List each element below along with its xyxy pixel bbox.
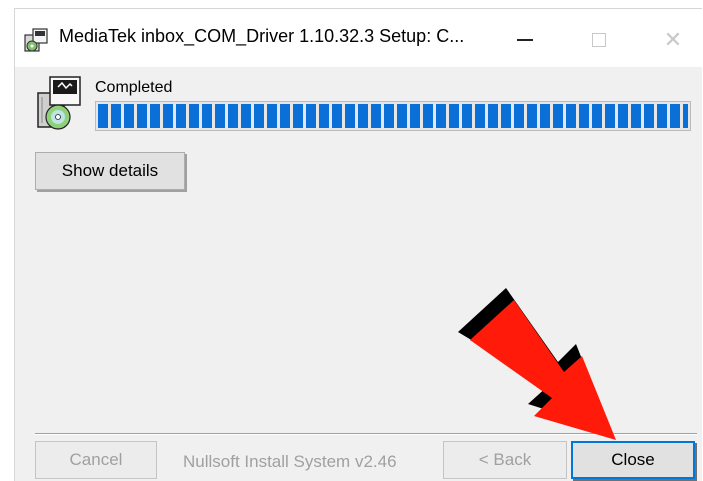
- minimize-icon: [517, 39, 533, 41]
- progress-fill: [98, 104, 688, 128]
- progress-bar: [95, 101, 691, 131]
- close-button[interactable]: Close: [571, 441, 695, 479]
- maximize-icon: [592, 33, 606, 47]
- back-button[interactable]: < Back: [443, 441, 567, 479]
- installer-disc-icon: [37, 76, 81, 130]
- status-label: Completed: [95, 79, 173, 96]
- minimize-button[interactable]: [497, 17, 553, 63]
- setup-window: MediaTek inbox_COM_Driver 1.10.32.3 Setu…: [14, 8, 703, 481]
- nsis-brand-label: Nullsoft Install System v2.46: [183, 452, 397, 471]
- title-bar[interactable]: MediaTek inbox_COM_Driver 1.10.32.3 Setu…: [15, 9, 703, 67]
- maximize-button[interactable]: [571, 17, 627, 63]
- window-title: MediaTek inbox_COM_Driver 1.10.32.3 Setu…: [59, 26, 465, 46]
- footer-separator: [35, 433, 697, 435]
- window-close-button[interactable]: ✕: [645, 17, 701, 63]
- cancel-button[interactable]: Cancel: [35, 441, 157, 479]
- show-details-button[interactable]: Show details: [35, 152, 185, 190]
- installer-package-icon: [24, 28, 48, 52]
- close-icon: ✕: [663, 27, 683, 52]
